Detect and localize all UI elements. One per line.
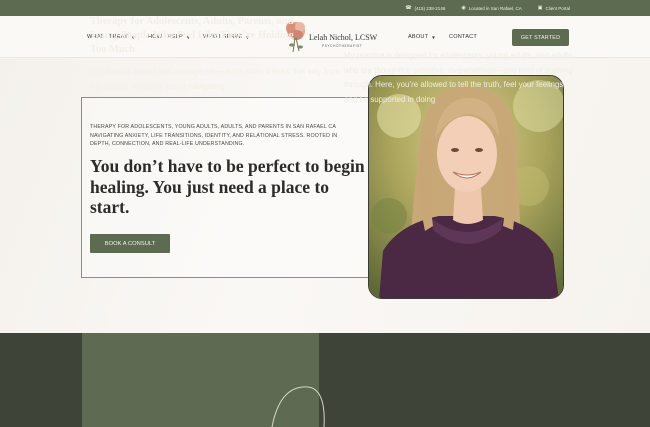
map-pin-icon: ◉ <box>461 5 466 11</box>
intro-section <box>0 333 650 427</box>
nav-item-contact[interactable]: CONTACT <box>449 34 477 40</box>
phone-link[interactable]: ☎ (415) 238-2146 <box>405 5 445 11</box>
book-consult-button[interactable]: BOOK A CONSULT <box>90 234 170 253</box>
location-text: Located in San Rafael, CA <box>468 5 522 11</box>
phone-icon: ☎ <box>405 5 412 11</box>
intro-heading: Therapy for Adolescents, Adults, Parents… <box>90 16 294 56</box>
intro-right-paragraph: My practice is designed for adolescents,… <box>344 51 573 104</box>
lock-icon: ▣ <box>537 5 543 11</box>
get-started-button[interactable]: GET STARTED <box>512 29 569 46</box>
nav-item-about[interactable]: ABOUT ▼ <box>408 34 436 40</box>
logo-name: Lelah Nichol, LCSW <box>309 33 378 42</box>
therapist-photo <box>368 75 564 299</box>
phone-text: (415) 238-2146 <box>414 5 446 11</box>
location-link[interactable]: ◉ Located in San Rafael, CA <box>461 5 521 11</box>
client-portal-text: Client Portal <box>545 5 570 11</box>
hero-heading: You don’t have to be perfect to begin he… <box>90 156 365 218</box>
decorative-curve <box>271 386 325 427</box>
nav-label: CONTACT <box>449 34 478 40</box>
hero-subtitle: THERAPY FOR ADOLESCENTS, YOUNG ADULTS, A… <box>90 124 338 148</box>
chevron-down-icon: ▼ <box>431 34 436 40</box>
logo-subtitle: PSYCHOTHERAPIST <box>322 44 363 48</box>
top-utility-bar: ☎ (415) 238-2146 ◉ Located in San Rafael… <box>0 0 650 16</box>
client-portal-link[interactable]: ▣ Client Portal <box>538 5 570 11</box>
hero-text-card: THERAPY FOR ADOLESCENTS, YOUNG ADULTS, A… <box>81 97 369 278</box>
intro-left-paragraph: Life doesn’t always feel manageable—even… <box>90 67 340 91</box>
nav-label: ABOUT <box>408 34 429 40</box>
portrait-image <box>369 76 563 298</box>
